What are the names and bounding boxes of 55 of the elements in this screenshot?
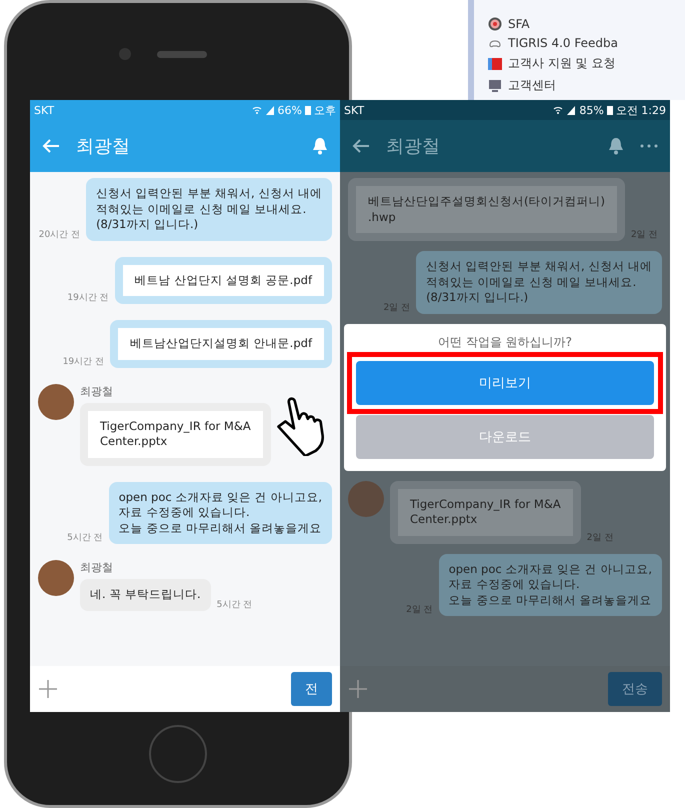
file-attachment[interactable]: TigerCompany_IR for M&A Center.pptx <box>398 488 573 536</box>
target-icon <box>488 17 502 31</box>
wifi-icon <box>252 105 262 115</box>
dialog-title: 어떤 작업을 원하십니까? <box>437 334 573 351</box>
signal-icon <box>566 105 576 115</box>
message-time: 19시간 전 <box>67 292 109 304</box>
plus-icon[interactable] <box>38 679 58 699</box>
file-attachment[interactable]: TigerCompany_IR for M&A Center.pptx <box>88 410 263 458</box>
more-icon[interactable] <box>640 144 658 148</box>
message-bubble: 신청서 입력안된 부분 채워서, 신청서 내에 적혀있는 이메일로 신청 메일 보내세요. (8/31까지 입니다.) <box>86 178 332 241</box>
file-attachment[interactable]: 베트남산업단지설명회 안내문.pdf <box>118 328 324 360</box>
message-time: 19시간 전 <box>62 356 104 368</box>
battery-percent: 85% <box>579 104 604 116</box>
file-attachment[interactable]: 베트남 산업단지 설명회 공문.pdf <box>122 264 324 296</box>
speaker-slot <box>157 51 207 58</box>
send-button[interactable]: 전송 <box>608 672 662 706</box>
back-arrow-icon[interactable] <box>352 138 370 154</box>
bell-icon[interactable] <box>312 137 328 155</box>
plus-icon[interactable] <box>348 679 368 699</box>
message-time: 5시간 전 <box>67 532 103 544</box>
battery-percent: 66% <box>278 104 302 116</box>
avatar <box>38 384 74 420</box>
bell-icon[interactable] <box>608 137 624 155</box>
chat-title: 최광철 <box>76 135 131 158</box>
monitor-icon <box>488 78 502 92</box>
send-button[interactable]: 전 <box>291 672 332 706</box>
carrier-label: SKT <box>34 104 54 116</box>
avatar <box>38 560 74 596</box>
message-time: 20시간 전 <box>38 228 80 241</box>
sender-name: 최광철 <box>80 560 114 576</box>
sender-name: 최광철 <box>80 384 114 399</box>
chat-title: 최광철 <box>386 135 441 158</box>
message-time: 2일 전 <box>586 532 614 544</box>
battery-icon <box>305 105 311 115</box>
file-attachment[interactable]: 베트남산단입주설명회신청서(타이거컴퍼니) .hwp <box>356 186 617 234</box>
message-time: 2일 전 <box>630 229 658 242</box>
signal-icon <box>264 105 275 115</box>
menu-item[interactable]: 고객센터 <box>508 77 556 94</box>
message-bubble: 네. 꼭 부탁드립니다. <box>80 579 211 611</box>
message-time: 2일 전 <box>406 604 433 616</box>
clock: 오후 <box>314 102 336 118</box>
message-bubble: open poc 소개자료 잊은 건 아니고요, 자료 수정중에 있습니다. 오늘 중으로 마무리해서 올려놓을게요 <box>108 482 332 544</box>
battery-icon <box>606 105 613 115</box>
message-bubble: 신청서 입력안된 부분 채워서, 신청서 내에 적혀있는 이메일로 신청 메일 보내세요. (8/31까지 입니다.) <box>416 251 662 314</box>
menu-item[interactable]: TIGRIS 4.0 Feedba <box>508 36 618 50</box>
menu-item[interactable]: 고객사 지원 및 요청 <box>508 55 616 72</box>
wifi-icon <box>553 105 564 115</box>
carrier-label: SKT <box>344 104 364 116</box>
message-time: 2일 전 <box>383 302 410 314</box>
message-time: 5시간 전 <box>216 598 252 611</box>
clock: 오전 1:29 <box>616 102 666 118</box>
message-bubble: open poc 소개자료 잊은 건 아니고요, 자료 수정중에 있습니다. 오늘 중으로 마무리해서 올려놓을게요 <box>438 554 662 616</box>
menu-item[interactable]: SFA <box>508 17 530 31</box>
flag-icon <box>488 56 502 70</box>
avatar <box>348 480 384 517</box>
